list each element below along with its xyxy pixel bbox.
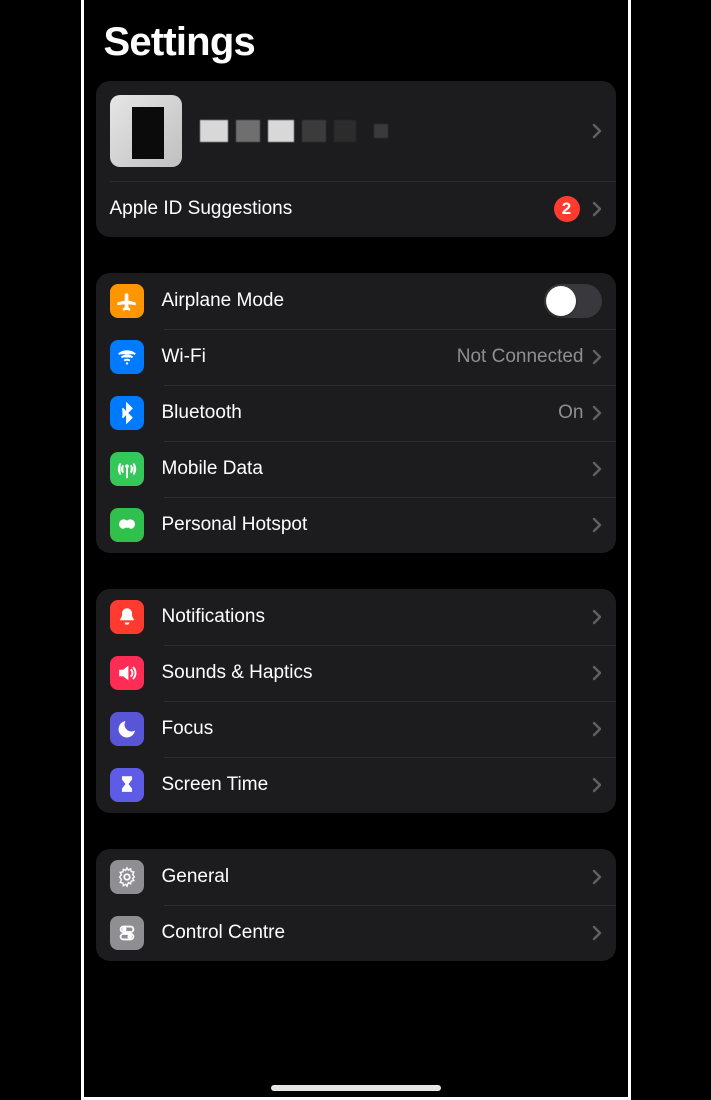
home-indicator[interactable] (271, 1085, 441, 1091)
hotspot-icon (110, 508, 144, 542)
avatar (110, 95, 182, 167)
antenna-icon (110, 452, 144, 486)
suggestions-badge: 2 (554, 196, 580, 222)
phone-frame: Settings Apple ID Suggestions 2 (81, 0, 631, 1100)
apple-id-group: Apple ID Suggestions 2 (96, 81, 616, 237)
notifications-row[interactable]: Notifications (96, 589, 616, 645)
bell-icon (110, 600, 144, 634)
notifications-label: Notifications (162, 606, 592, 628)
redacted-name (200, 120, 592, 142)
personal-hotspot-row[interactable]: Personal Hotspot (96, 497, 616, 553)
settings-scroll[interactable]: Settings Apple ID Suggestions 2 (84, 20, 628, 961)
apple-id-row[interactable] (96, 81, 616, 181)
chevron-right-icon (592, 405, 602, 421)
general-group: General Control Centre (96, 849, 616, 961)
bluetooth-value: On (558, 402, 583, 424)
focus-label: Focus (162, 718, 592, 740)
chevron-right-icon (592, 349, 602, 365)
moon-icon (110, 712, 144, 746)
wifi-value: Not Connected (457, 346, 584, 368)
speaker-icon (110, 656, 144, 690)
wifi-row[interactable]: Wi-Fi Not Connected (96, 329, 616, 385)
chevron-right-icon (592, 609, 602, 625)
airplane-mode-toggle[interactable] (544, 284, 602, 318)
chevron-right-icon (592, 925, 602, 941)
chevron-right-icon (592, 201, 602, 217)
mobile-data-label: Mobile Data (162, 458, 592, 480)
screen-time-label: Screen Time (162, 774, 592, 796)
airplane-icon (110, 284, 144, 318)
stage: Settings Apple ID Suggestions 2 (0, 0, 711, 1100)
control-centre-row[interactable]: Control Centre (96, 905, 616, 961)
page-title: Settings (104, 20, 616, 65)
screen-time-row[interactable]: Screen Time (96, 757, 616, 813)
apple-id-suggestions-row[interactable]: Apple ID Suggestions 2 (96, 181, 616, 237)
chevron-right-icon (592, 461, 602, 477)
chevron-right-icon (592, 869, 602, 885)
chevron-right-icon (592, 721, 602, 737)
chevron-right-icon (592, 777, 602, 793)
chevron-right-icon (592, 123, 602, 139)
personal-hotspot-label: Personal Hotspot (162, 514, 592, 536)
apple-id-suggestions-label: Apple ID Suggestions (110, 198, 554, 220)
network-group: Airplane Mode Wi-Fi Not Connected Blueto… (96, 273, 616, 553)
general-row[interactable]: General (96, 849, 616, 905)
sliders-icon (110, 916, 144, 950)
gear-icon (110, 860, 144, 894)
bluetooth-icon (110, 396, 144, 430)
airplane-mode-label: Airplane Mode (162, 290, 544, 312)
focus-row[interactable]: Focus (96, 701, 616, 757)
control-centre-label: Control Centre (162, 922, 592, 944)
bluetooth-label: Bluetooth (162, 402, 559, 424)
sounds-label: Sounds & Haptics (162, 662, 592, 684)
sounds-row[interactable]: Sounds & Haptics (96, 645, 616, 701)
wifi-icon (110, 340, 144, 374)
mobile-data-row[interactable]: Mobile Data (96, 441, 616, 497)
alerts-group: Notifications Sounds & Haptics Focus (96, 589, 616, 813)
general-label: General (162, 866, 592, 888)
wifi-label: Wi-Fi (162, 346, 457, 368)
hourglass-icon (110, 768, 144, 802)
airplane-mode-row[interactable]: Airplane Mode (96, 273, 616, 329)
chevron-right-icon (592, 517, 602, 533)
bluetooth-row[interactable]: Bluetooth On (96, 385, 616, 441)
chevron-right-icon (592, 665, 602, 681)
